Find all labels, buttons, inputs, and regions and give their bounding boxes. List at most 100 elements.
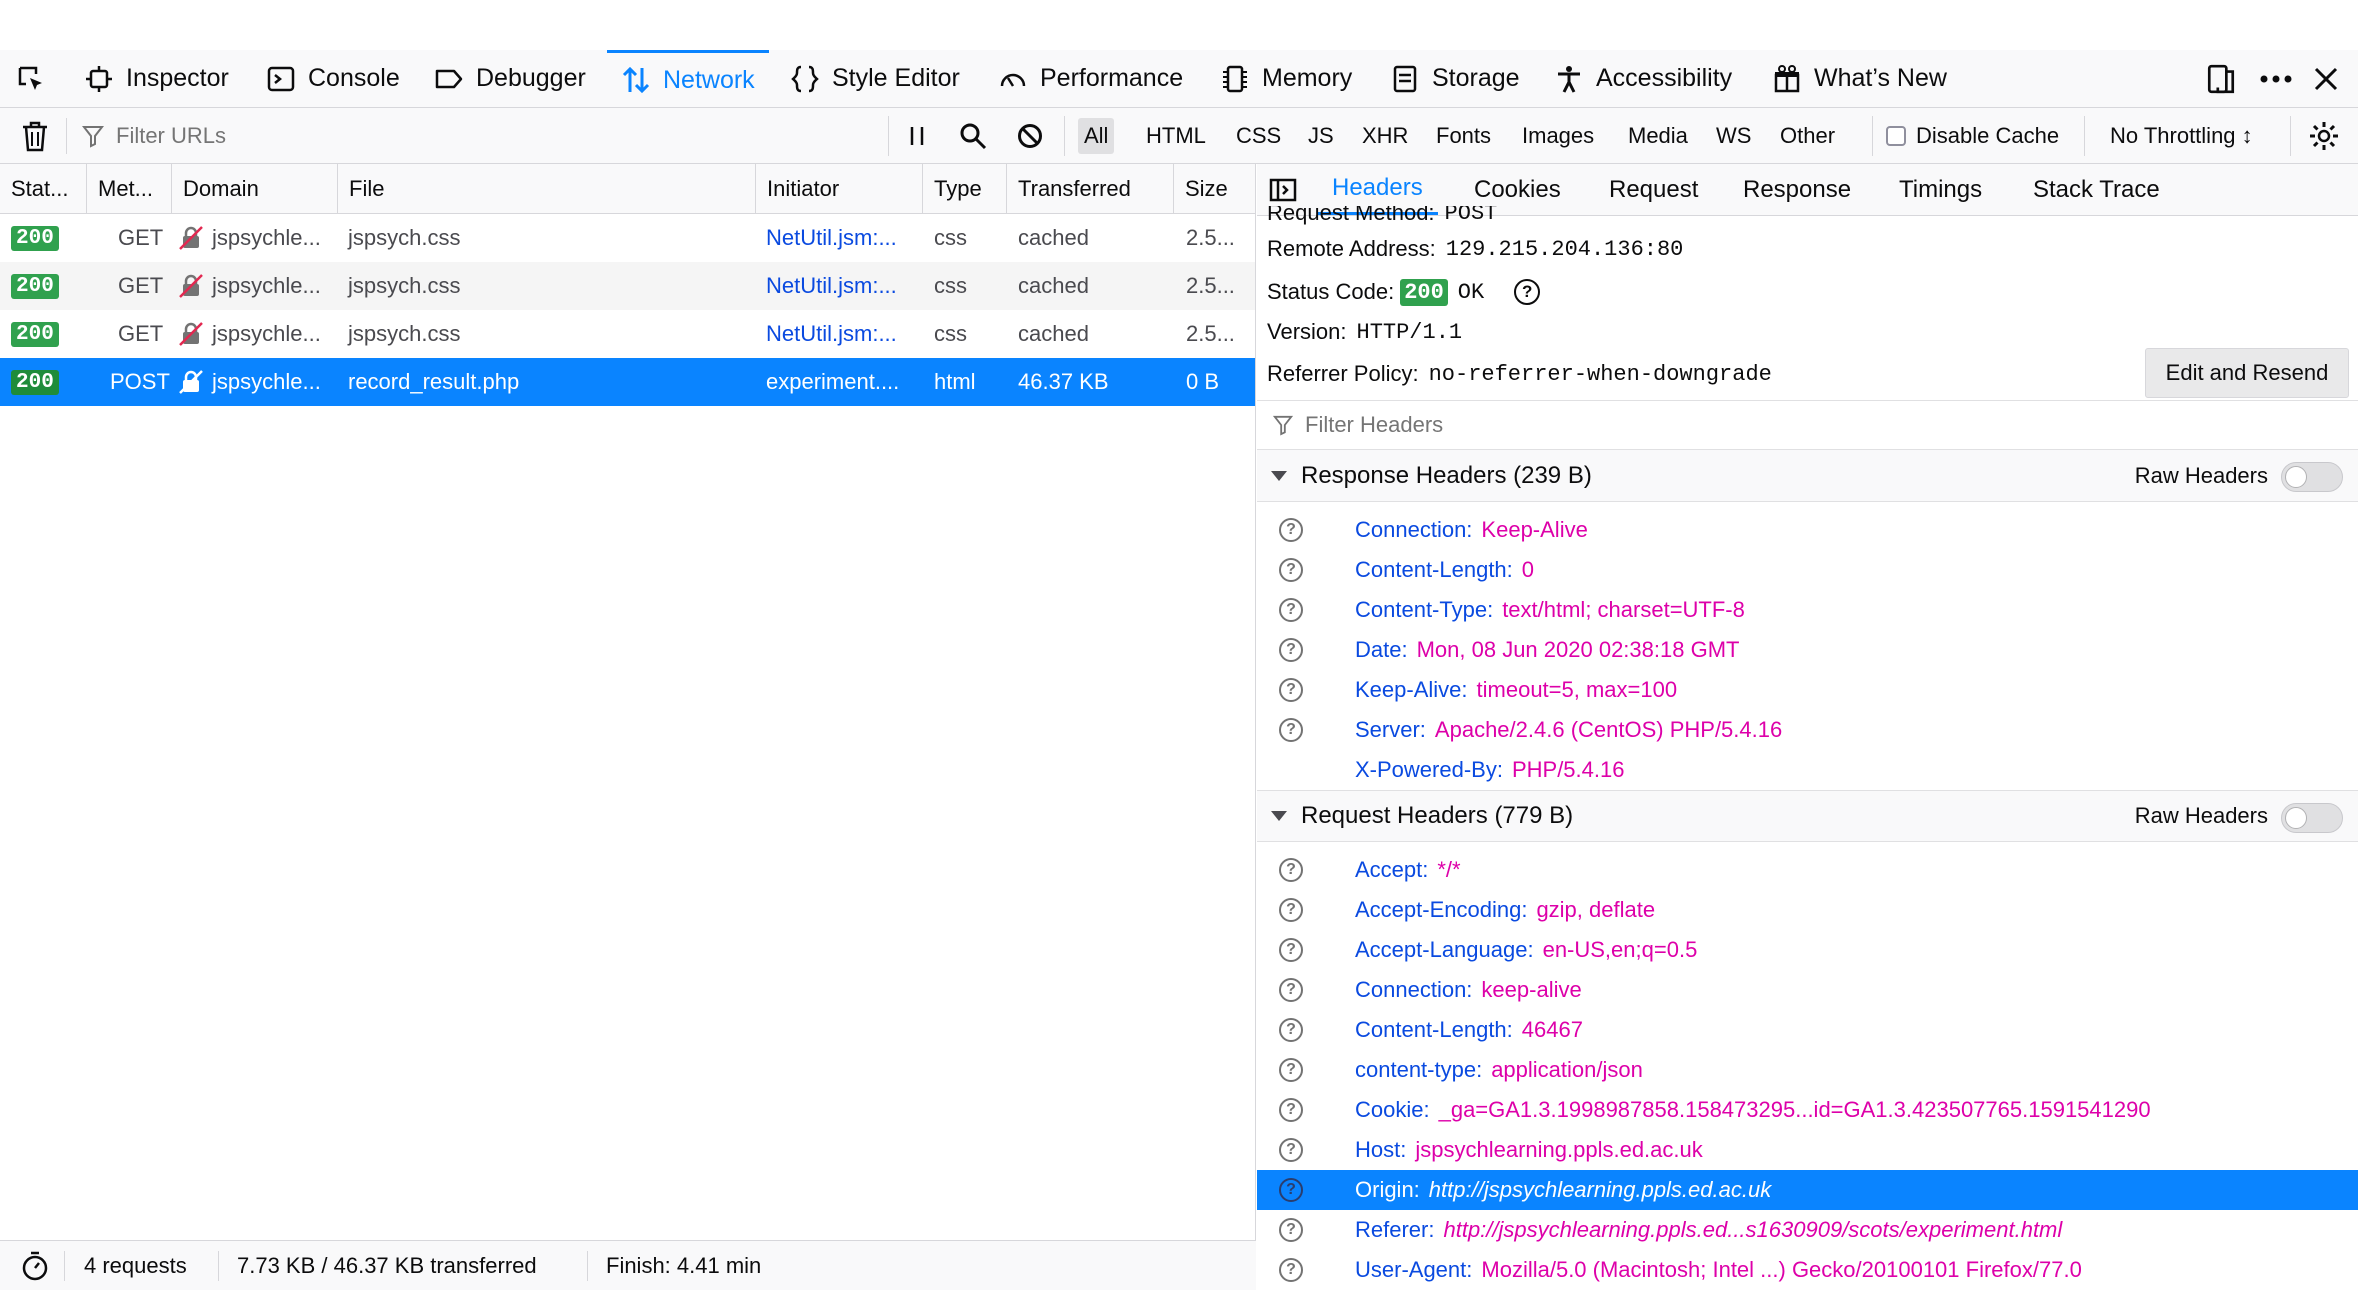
initiator-link[interactable]: NetUtil.jsm:... xyxy=(756,262,923,310)
column-domain[interactable]: Domain xyxy=(172,164,338,213)
header-row[interactable]: ? User-Agent: Mozilla/5.0 (Macintosh; Inte… xyxy=(1257,1250,2358,1290)
tab-accessibility[interactable]: Accessibility xyxy=(1554,50,1732,107)
type-filter-media[interactable]: Media xyxy=(1622,118,1694,154)
clear-requests-button[interactable] xyxy=(20,120,50,157)
tab-stack-trace[interactable]: Stack Trace xyxy=(2033,164,2160,215)
type-filter-js[interactable]: JS xyxy=(1302,118,1340,154)
filter-headers-box[interactable] xyxy=(1257,400,2358,450)
header-row[interactable]: ? Date: Mon, 08 Jun 2020 02:38:18 GMT xyxy=(1257,630,2358,670)
header-row[interactable]: ? Accept: */* xyxy=(1257,850,2358,890)
column-initiator[interactable]: Initiator xyxy=(756,164,923,213)
disable-cache-checkbox[interactable] xyxy=(1886,126,1906,146)
column-type[interactable]: Type xyxy=(923,164,1007,213)
tab-timings[interactable]: Timings xyxy=(1899,164,1982,215)
help-icon[interactable]: ? xyxy=(1279,1138,1303,1162)
help-icon[interactable]: ? xyxy=(1279,598,1303,622)
initiator-link[interactable]: experiment.... xyxy=(756,358,923,406)
tab-response[interactable]: Response xyxy=(1743,164,1851,215)
help-icon[interactable]: ? xyxy=(1279,1178,1303,1202)
tab-memory[interactable]: Memory xyxy=(1220,50,1352,107)
help-icon[interactable]: ? xyxy=(1279,558,1303,582)
help-icon[interactable]: ? xyxy=(1279,718,1303,742)
table-row[interactable]: 200 GET jspsychle... jspsych.css NetUtil… xyxy=(0,214,1255,262)
header-row[interactable]: ? content-type: application/json xyxy=(1257,1050,2358,1090)
help-icon[interactable]: ? xyxy=(1279,1018,1303,1042)
tab-console[interactable]: Console xyxy=(266,50,400,107)
more-options-button[interactable] xyxy=(2258,50,2294,107)
header-row[interactable]: ? Connection: keep-alive xyxy=(1257,970,2358,1010)
initiator-link[interactable]: NetUtil.jsm:... xyxy=(756,310,923,358)
edit-and-resend-button[interactable]: Edit and Resend xyxy=(2145,348,2349,398)
status-help-icon[interactable]: ? xyxy=(1514,279,1541,305)
tab-style-editor[interactable]: Style Editor xyxy=(790,50,960,107)
help-icon[interactable]: ? xyxy=(1279,858,1303,882)
help-icon[interactable]: ? xyxy=(1279,938,1303,962)
tab-inspector[interactable]: Inspector xyxy=(84,50,229,107)
header-row[interactable]: ? Server: Apache/2.4.6 (CentOS) PHP/5.4.16 xyxy=(1257,710,2358,750)
status-badge: 200 xyxy=(11,369,59,395)
throttling-select[interactable]: No Throttling ↕ xyxy=(2110,118,2253,154)
table-row-selected[interactable]: 200 POST jspsychle... record_result.php … xyxy=(0,358,1255,406)
type-filter-ws[interactable]: WS xyxy=(1710,118,1757,154)
type-filter-html[interactable]: HTML xyxy=(1140,118,1212,154)
initiator-link[interactable]: NetUtil.jsm:... xyxy=(756,214,923,262)
table-row[interactable]: 200 GET jspsychle... jspsych.css NetUtil… xyxy=(0,262,1255,310)
type-filter-css[interactable]: CSS xyxy=(1230,118,1287,154)
tab-debugger[interactable]: Debugger xyxy=(434,50,586,107)
help-icon[interactable]: ? xyxy=(1279,978,1303,1002)
performance-analysis-button[interactable] xyxy=(20,1241,50,1290)
tab-request[interactable]: Request xyxy=(1609,164,1698,215)
tab-performance[interactable]: Performance xyxy=(998,50,1183,107)
header-row[interactable]: ? Referer: http://jspsychlearning.ppls.ed.… xyxy=(1257,1210,2358,1250)
column-status[interactable]: Stat... xyxy=(0,164,87,213)
type-filter-all[interactable]: All xyxy=(1078,118,1115,154)
header-row[interactable]: ? Accept-Encoding: gzip, deflate xyxy=(1257,890,2358,930)
help-icon[interactable]: ? xyxy=(1279,1058,1303,1082)
header-row[interactable]: ? Host: jspsychlearning.ppls.ed.ac.uk xyxy=(1257,1130,2358,1170)
response-headers-section[interactable]: Response Headers (239 B) Raw Headers xyxy=(1257,450,2358,502)
type-filter-images[interactable]: Images xyxy=(1516,118,1600,154)
type-filter-other[interactable]: Other xyxy=(1774,118,1841,154)
element-picker-button[interactable] xyxy=(16,50,46,107)
help-icon[interactable]: ? xyxy=(1279,518,1303,542)
header-row[interactable]: ? Content-Type: text/html; charset=UTF-8 xyxy=(1257,590,2358,630)
column-method[interactable]: Met... xyxy=(87,164,172,213)
header-row-selected[interactable]: ? Origin: http://jspsychlearning.ppls.ed.a… xyxy=(1257,1170,2358,1210)
request-headers-section[interactable]: Request Headers (779 B) Raw Headers xyxy=(1257,790,2358,842)
pause-button[interactable] xyxy=(906,122,928,155)
tab-whats-new[interactable]: What’s New xyxy=(1772,50,1947,107)
header-row[interactable]: ? Content-Length: 46467 xyxy=(1257,1010,2358,1050)
network-icon xyxy=(622,66,650,94)
type-filter-fonts[interactable]: Fonts xyxy=(1430,118,1497,154)
column-size[interactable]: Size xyxy=(1174,164,1255,213)
header-row[interactable]: X-Powered-By: PHP/5.4.16 xyxy=(1257,750,2358,790)
responsive-design-button[interactable] xyxy=(2205,50,2237,107)
help-icon[interactable]: ? xyxy=(1279,638,1303,662)
disable-cache-toggle[interactable]: Disable Cache xyxy=(1886,118,2059,154)
header-row[interactable]: ? Content-Length: 0 xyxy=(1257,550,2358,590)
header-row[interactable]: ? Connection: Keep-Alive xyxy=(1257,510,2358,550)
header-row[interactable]: ? Cookie: _ga=GA1.3.1998987858.158473295..… xyxy=(1257,1090,2358,1130)
help-icon[interactable]: ? xyxy=(1279,678,1303,702)
help-icon[interactable]: ? xyxy=(1279,898,1303,922)
help-icon[interactable]: ? xyxy=(1279,1258,1303,1282)
header-row[interactable]: ? Keep-Alive: timeout=5, max=100 xyxy=(1257,670,2358,710)
raw-headers-toggle[interactable] xyxy=(2281,803,2343,833)
network-settings-button[interactable] xyxy=(2308,120,2340,157)
close-toolbox-button[interactable] xyxy=(2311,50,2341,107)
column-file[interactable]: File xyxy=(338,164,756,213)
header-row[interactable]: ? Accept-Language: en-US,en;q=0.5 xyxy=(1257,930,2358,970)
help-icon[interactable]: ? xyxy=(1279,1098,1303,1122)
filter-urls-box[interactable] xyxy=(82,114,888,158)
type-filter-xhr[interactable]: XHR xyxy=(1356,118,1414,154)
filter-urls-input[interactable] xyxy=(114,122,818,150)
search-button[interactable] xyxy=(958,121,988,156)
tab-storage[interactable]: Storage xyxy=(1390,50,1520,107)
table-row[interactable]: 200 GET jspsychle... jspsych.css NetUtil… xyxy=(0,310,1255,358)
block-requests-button[interactable] xyxy=(1016,122,1044,155)
help-icon[interactable]: ? xyxy=(1279,1218,1303,1242)
raw-headers-toggle[interactable] xyxy=(2281,462,2343,492)
column-transferred[interactable]: Transferred xyxy=(1007,164,1174,213)
tab-network[interactable]: Network xyxy=(607,50,769,107)
filter-headers-input[interactable] xyxy=(1303,411,1907,439)
